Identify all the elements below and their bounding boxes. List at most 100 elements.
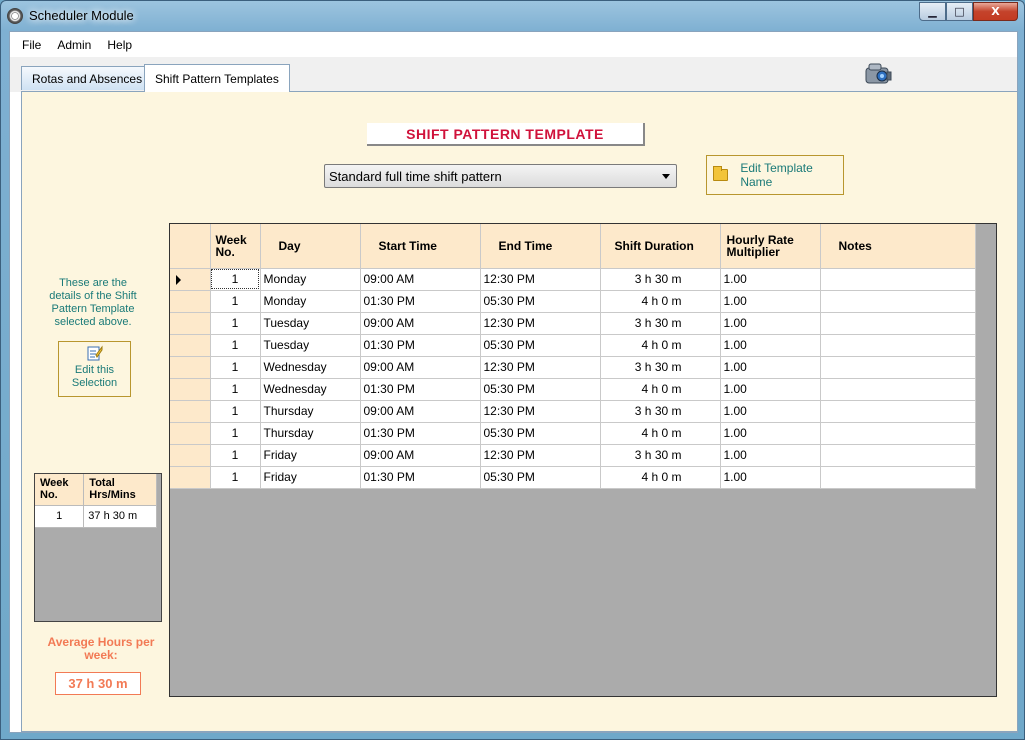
week-cell[interactable]: 1	[210, 400, 261, 423]
tab-rotas-and-absences[interactable]: Rotas and Absences	[21, 66, 154, 90]
duration-cell[interactable]: 3 h 30 m	[600, 356, 721, 379]
rate-cell[interactable]: 1.00	[720, 444, 821, 467]
week-cell[interactable]: 1	[210, 312, 261, 335]
table-row[interactable]: 1 Tuesday 09:00 AM 12:30 PM 3 h 30 m 1.00	[170, 312, 976, 335]
table-row[interactable]: 1 Friday 01:30 PM 05:30 PM 4 h 0 m 1.00	[170, 466, 976, 489]
column-header-notes[interactable]: Notes	[820, 224, 976, 269]
summary-row[interactable]: 1 37 h 30 m	[35, 505, 157, 528]
start-time-cell[interactable]: 01:30 PM	[360, 290, 481, 313]
end-time-cell[interactable]: 05:30 PM	[480, 334, 601, 357]
row-selector[interactable]	[170, 466, 211, 489]
duration-cell[interactable]: 4 h 0 m	[600, 422, 721, 445]
table-row[interactable]: 1 Wednesday 09:00 AM 12:30 PM 3 h 30 m 1.00	[170, 356, 976, 379]
row-selector[interactable]	[170, 400, 211, 423]
start-time-cell[interactable]: 09:00 AM	[360, 400, 481, 423]
edit-template-name-button[interactable]: Edit Template Name	[706, 155, 844, 195]
notes-cell[interactable]	[820, 312, 976, 335]
notes-cell[interactable]	[820, 356, 976, 379]
week-cell[interactable]: 1	[210, 356, 261, 379]
rate-cell[interactable]: 1.00	[720, 312, 821, 335]
table-row[interactable]: 1 Friday 09:00 AM 12:30 PM 3 h 30 m 1.00	[170, 444, 976, 467]
end-time-cell[interactable]: 12:30 PM	[480, 400, 601, 423]
notes-cell[interactable]	[820, 466, 976, 489]
title-bar[interactable]: Scheduler Module ▁ □ X	[1, 1, 1024, 31]
summary-week-cell[interactable]: 1	[35, 505, 85, 528]
notes-cell[interactable]	[820, 444, 976, 467]
day-cell[interactable]: Tuesday	[260, 334, 361, 357]
day-cell[interactable]: Monday	[260, 268, 361, 291]
table-row[interactable]: 1 Thursday 01:30 PM 05:30 PM 4 h 0 m 1.00	[170, 422, 976, 445]
start-time-cell[interactable]: 01:30 PM	[360, 422, 481, 445]
end-time-cell[interactable]: 05:30 PM	[480, 290, 601, 313]
end-time-cell[interactable]: 12:30 PM	[480, 268, 601, 291]
duration-cell[interactable]: 3 h 30 m	[600, 268, 721, 291]
week-cell[interactable]: 1	[210, 466, 261, 489]
duration-cell[interactable]: 4 h 0 m	[600, 334, 721, 357]
rate-cell[interactable]: 1.00	[720, 334, 821, 357]
day-cell[interactable]: Friday	[260, 466, 361, 489]
row-selector[interactable]	[170, 378, 211, 401]
notes-cell[interactable]	[820, 334, 976, 357]
start-time-cell[interactable]: 01:30 PM	[360, 466, 481, 489]
summary-total-cell[interactable]: 37 h 30 m	[83, 505, 157, 528]
duration-cell[interactable]: 3 h 30 m	[600, 312, 721, 335]
week-cell[interactable]: 1	[210, 378, 261, 401]
start-time-cell[interactable]: 09:00 AM	[360, 268, 481, 291]
table-row[interactable]: 1 Monday 09:00 AM 12:30 PM 3 h 30 m 1.00	[170, 268, 976, 291]
notes-cell[interactable]	[820, 378, 976, 401]
rate-cell[interactable]: 1.00	[720, 400, 821, 423]
start-time-cell[interactable]: 09:00 AM	[360, 356, 481, 379]
start-time-cell[interactable]: 09:00 AM	[360, 444, 481, 467]
rate-cell[interactable]: 1.00	[720, 290, 821, 313]
menu-admin[interactable]: Admin	[49, 38, 99, 52]
start-time-cell[interactable]: 01:30 PM	[360, 334, 481, 357]
edit-selection-button[interactable]: Edit this Selection	[58, 341, 131, 397]
column-header-hourly-rate[interactable]: Hourly Rate Multiplier	[720, 224, 821, 269]
menu-file[interactable]: File	[14, 38, 49, 52]
rate-cell[interactable]: 1.00	[720, 422, 821, 445]
row-selector[interactable]	[170, 312, 211, 335]
day-cell[interactable]: Thursday	[260, 400, 361, 423]
chevron-down-icon[interactable]	[662, 174, 670, 179]
end-time-cell[interactable]: 05:30 PM	[480, 466, 601, 489]
rate-cell[interactable]: 1.00	[720, 466, 821, 489]
start-time-cell[interactable]: 09:00 AM	[360, 312, 481, 335]
week-cell[interactable]: 1	[210, 422, 261, 445]
notes-cell[interactable]	[820, 400, 976, 423]
end-time-cell[interactable]: 12:30 PM	[480, 444, 601, 467]
table-row[interactable]: 1 Wednesday 01:30 PM 05:30 PM 4 h 0 m 1.00	[170, 378, 976, 401]
day-cell[interactable]: Thursday	[260, 422, 361, 445]
day-cell[interactable]: Wednesday	[260, 378, 361, 401]
tab-shift-pattern-templates[interactable]: Shift Pattern Templates	[144, 64, 290, 92]
week-cell[interactable]: 1	[210, 334, 261, 357]
table-row[interactable]: 1 Monday 01:30 PM 05:30 PM 4 h 0 m 1.00	[170, 290, 976, 313]
end-time-cell[interactable]: 05:30 PM	[480, 422, 601, 445]
row-selector[interactable]	[170, 444, 211, 467]
row-selector[interactable]	[170, 268, 211, 291]
duration-cell[interactable]: 4 h 0 m	[600, 378, 721, 401]
notes-cell[interactable]	[820, 268, 976, 291]
week-cell[interactable]: 1	[210, 444, 261, 467]
column-header-end-time[interactable]: End Time	[480, 224, 601, 269]
day-cell[interactable]: Wednesday	[260, 356, 361, 379]
rate-cell[interactable]: 1.00	[720, 268, 821, 291]
column-header-start-time[interactable]: Start Time	[360, 224, 481, 269]
maximize-button[interactable]: □	[946, 2, 973, 21]
day-cell[interactable]: Monday	[260, 290, 361, 313]
duration-cell[interactable]: 4 h 0 m	[600, 290, 721, 313]
table-row[interactable]: 1 Thursday 09:00 AM 12:30 PM 3 h 30 m 1.00	[170, 400, 976, 423]
column-header-day[interactable]: Day	[260, 224, 361, 269]
duration-cell[interactable]: 3 h 30 m	[600, 400, 721, 423]
rate-cell[interactable]: 1.00	[720, 378, 821, 401]
table-row[interactable]: 1 Tuesday 01:30 PM 05:30 PM 4 h 0 m 1.00	[170, 334, 976, 357]
notes-cell[interactable]	[820, 290, 976, 313]
column-header-shift-duration[interactable]: Shift Duration	[600, 224, 721, 269]
row-selector[interactable]	[170, 290, 211, 313]
template-select[interactable]: Standard full time shift pattern	[324, 164, 677, 188]
duration-cell[interactable]: 4 h 0 m	[600, 466, 721, 489]
notes-cell[interactable]	[820, 422, 976, 445]
duration-cell[interactable]: 3 h 30 m	[600, 444, 721, 467]
row-selector[interactable]	[170, 356, 211, 379]
rate-cell[interactable]: 1.00	[720, 356, 821, 379]
day-cell[interactable]: Friday	[260, 444, 361, 467]
